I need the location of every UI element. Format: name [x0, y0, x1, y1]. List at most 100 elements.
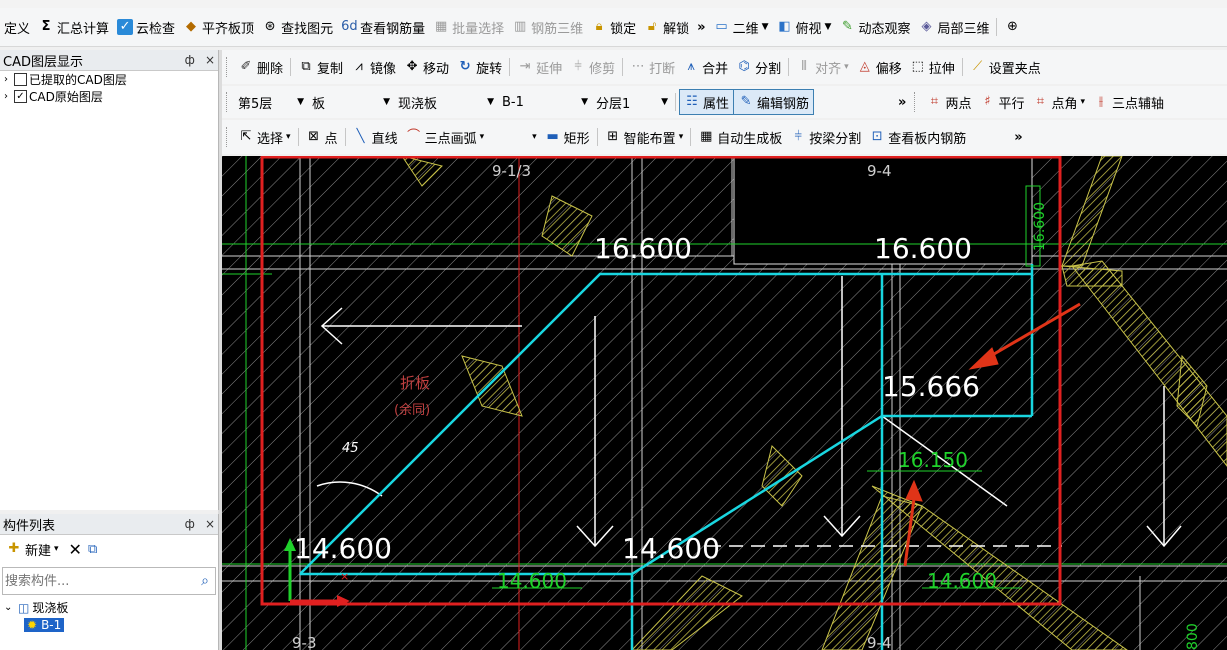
- line-button[interactable]: ╲ 直线: [349, 125, 402, 149]
- break-button[interactable]: ⋯ 打断: [626, 55, 679, 79]
- trim-button[interactable]: ⫩ 修剪: [566, 55, 619, 79]
- toolbar-grip[interactable]: [226, 92, 230, 112]
- cad-drawing[interactable]: × 9-1/3 9-4 9-3 9-4 16.600 16.600 15.666…: [222, 156, 1227, 650]
- tree-node-cast-slab[interactable]: ⌄ ◫ 现浇板: [0, 599, 218, 616]
- delete-icon[interactable]: ✕: [69, 540, 82, 559]
- search-input[interactable]: [3, 572, 196, 590]
- layer-item-extracted[interactable]: › 已提取的CAD图层: [0, 71, 218, 88]
- split-button[interactable]: ⌬ 分割: [732, 55, 785, 79]
- close-icon[interactable]: ×: [205, 517, 215, 531]
- point-button[interactable]: ⊠ 点: [302, 125, 342, 149]
- local-3d-label: 局部三维: [937, 21, 990, 37]
- stretch-button[interactable]: ⬚ 拉伸: [906, 55, 959, 79]
- dynamic-view-label: 动态观察: [858, 21, 911, 37]
- three-point-label: 三点辅轴: [1112, 96, 1165, 112]
- define-button[interactable]: 定义: [0, 15, 34, 39]
- batch-select-button[interactable]: ▦ 批量选择: [429, 15, 508, 39]
- layer-checkbox[interactable]: ✓: [14, 90, 27, 103]
- rect-dropdown-button[interactable]: ▾: [528, 125, 541, 149]
- rebar-3d-button[interactable]: ▥ 钢筋三维: [508, 15, 587, 39]
- layer-checkbox[interactable]: [14, 73, 27, 86]
- mirror-button[interactable]: ⩘ 镜像: [347, 55, 400, 79]
- toolbar-grip[interactable]: [226, 127, 230, 147]
- offset-button[interactable]: ◬ 偏移: [853, 55, 906, 79]
- rectangle-button[interactable]: ▬ 矩形: [541, 125, 594, 149]
- chevron-down-icon: ▾: [286, 132, 291, 142]
- local-3d-button[interactable]: ◈ 局部三维: [914, 15, 993, 39]
- tree-node-b1[interactable]: ✹ B-1: [0, 616, 218, 633]
- layer-select[interactable]: 分层1 ▼: [592, 91, 672, 113]
- orbit-icon: ✎: [841, 19, 853, 34]
- chevron-right-icon[interactable]: ›: [4, 91, 14, 102]
- summary-calc-button[interactable]: Σ 汇总计算: [34, 15, 113, 39]
- view-2d-button[interactable]: ▭ 二维 ▼: [710, 15, 773, 39]
- new-label: 新建: [25, 543, 52, 559]
- drawing-canvas[interactable]: × 9-1/3 9-4 9-3 9-4 16.600 16.600 15.666…: [222, 156, 1227, 650]
- floor-select[interactable]: 第5层 ▼: [234, 91, 308, 113]
- point-angle-button[interactable]: ⌗ 点角 ▾: [1028, 90, 1089, 114]
- cloud-check-button[interactable]: ✓ 云检查: [113, 15, 179, 39]
- set-grip-button[interactable]: ⟋ 设置夹点: [966, 55, 1045, 79]
- parallel-axis-button[interactable]: ♯ 平行: [975, 90, 1028, 114]
- top-view-button[interactable]: ◧ 俯视 ▼: [773, 15, 836, 39]
- copy-button[interactable]: ⧉ 复制: [294, 55, 347, 79]
- dynamic-view-button[interactable]: ✎ 动态观察: [835, 15, 914, 39]
- local-3d-icon: ◈: [921, 19, 932, 34]
- delete-button[interactable]: ✐ 删除: [234, 55, 287, 79]
- pin-icon[interactable]: ф: [185, 517, 195, 531]
- type-select[interactable]: 板 ▼: [308, 91, 394, 113]
- component-select[interactable]: B-1 ▼: [498, 91, 592, 113]
- trim-icon: ⫩: [574, 59, 582, 74]
- chevron-down-icon[interactable]: ⌄: [4, 602, 18, 613]
- crosshair-button[interactable]: ⊕: [1000, 15, 1024, 39]
- smart-layout-button[interactable]: ⊞ 智能布置 ▾: [601, 125, 688, 149]
- rotate-icon: ↻: [459, 59, 471, 74]
- edit-rebar-button[interactable]: ✎ 编辑钢筋: [734, 89, 815, 115]
- offset-icon: ◬: [859, 59, 870, 74]
- toolbar-grip[interactable]: [914, 92, 918, 112]
- view-rebar-qty-button[interactable]: 6d 查看钢筋量: [337, 15, 429, 39]
- elevation-label: 16.150: [898, 448, 968, 472]
- three-point-axis-button[interactable]: ⫲ 三点辅轴: [1089, 90, 1168, 114]
- type-value: 板: [312, 96, 326, 112]
- lock-button[interactable]: 🔒︎ 锁定: [587, 15, 640, 39]
- select-button[interactable]: ⇱ 选择 ▾: [234, 125, 295, 149]
- properties-button[interactable]: ☷ 属性: [679, 89, 735, 115]
- break-label: 打断: [649, 61, 676, 77]
- align-button[interactable]: ⫴ 对齐 ▾: [792, 55, 853, 79]
- two-point-axis-button[interactable]: ⌗ 两点: [922, 90, 975, 114]
- chevron-down-icon: ▾: [678, 132, 684, 142]
- chevron-right-icon[interactable]: ›: [4, 74, 14, 85]
- pin-icon[interactable]: ф: [185, 53, 195, 67]
- align-slab-top-button[interactable]: ◆ 平齐板顶: [179, 15, 258, 39]
- find-element-button[interactable]: ⊛ 查找图元: [258, 15, 337, 39]
- move-button[interactable]: ✥ 移动: [400, 55, 453, 79]
- layer-value: 分层1: [596, 96, 631, 112]
- layer-item-original[interactable]: › ✓ CAD原始图层: [0, 88, 218, 105]
- new-component-button[interactable]: ✚ 新建 ▾: [2, 537, 63, 561]
- toolbar-overflow-button[interactable]: »: [693, 15, 709, 39]
- toolbar-grip[interactable]: [226, 57, 230, 77]
- close-icon[interactable]: ×: [205, 53, 215, 67]
- extend-button[interactable]: ⇥ 延伸: [513, 55, 566, 79]
- subtype-select[interactable]: 现浇板 ▼: [394, 91, 498, 113]
- merge-button[interactable]: ⩚ 合并: [679, 55, 732, 79]
- menu-bar: [0, 0, 1227, 8]
- search-icon[interactable]: ⌕: [195, 573, 215, 589]
- copy-icon[interactable]: ⧉: [88, 542, 97, 557]
- split-by-beam-button[interactable]: ⫩ 按梁分割: [786, 125, 865, 149]
- rebar-3d-label: 钢筋三维: [531, 21, 584, 37]
- rotate-button[interactable]: ↻ 旋转: [453, 55, 506, 79]
- draw-overflow-button[interactable]: »: [1010, 125, 1026, 149]
- property-overflow-button[interactable]: »: [894, 90, 910, 114]
- chevron-down-icon: ▾: [532, 132, 537, 142]
- auto-gen-slab-button[interactable]: ▦ 自动生成板: [694, 125, 786, 149]
- extend-label: 延伸: [536, 61, 563, 77]
- arc-label: 三点画弧: [424, 131, 477, 147]
- unlock-button[interactable]: 🔓︎ 解锁: [640, 15, 693, 39]
- arc-button[interactable]: ⌒ 三点画弧 ▾: [402, 125, 489, 149]
- view-slab-rebar-button[interactable]: ⊡ 查看板内钢筋: [865, 125, 970, 149]
- chevron-down-icon: ▾: [479, 132, 485, 142]
- elevation-label: 14.600: [497, 569, 567, 593]
- parallel-icon: ♯: [984, 94, 991, 109]
